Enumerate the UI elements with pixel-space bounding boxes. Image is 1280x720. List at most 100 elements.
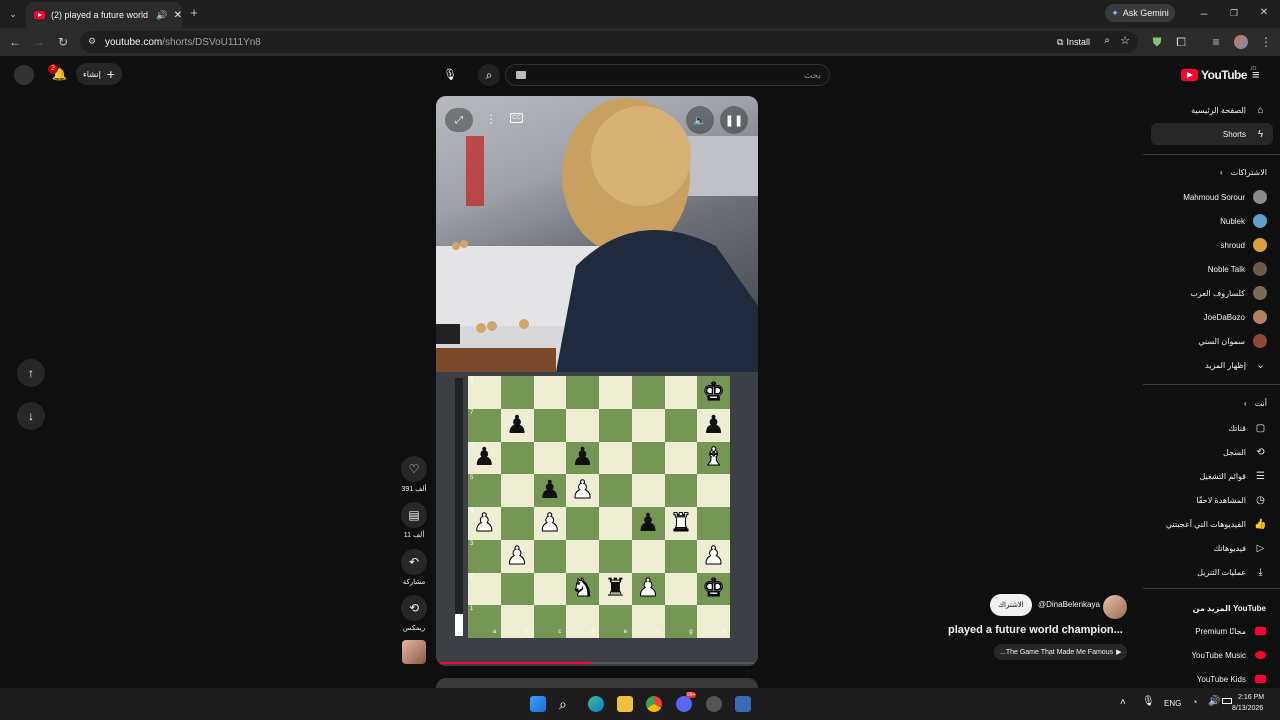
sidebar-you-item[interactable]: عمليات التنزيل ⤓ — [1151, 561, 1273, 583]
channel-avatar — [1253, 238, 1267, 252]
sidebar-subscription-item[interactable]: كلساروف العرب — [1151, 282, 1273, 304]
music-chip[interactable]: ...The Game That Made Me Famous ▶ — [994, 644, 1128, 660]
chrome-menu-icon[interactable]: ⋮ — [1259, 35, 1273, 49]
sidebar-more-item[interactable]: YouTube Kids — [1151, 668, 1273, 690]
share-icon[interactable]: ↶ — [401, 549, 427, 575]
browser-tab[interactable]: (2) played a future world ch 🔊 ✕ — [26, 2, 182, 28]
minimize-icon[interactable]: – — [1197, 6, 1211, 20]
next-short-button[interactable]: ↓ — [17, 402, 45, 430]
sidebar-you-item[interactable]: السجل ⟲ — [1151, 441, 1273, 463]
remix-action[interactable]: ⟲ ريمكس — [400, 595, 428, 632]
keyboard-icon[interactable] — [516, 71, 526, 79]
pause-button[interactable]: ❚❚ — [720, 106, 748, 134]
tab-close-icon[interactable]: ✕ — [174, 10, 182, 21]
search-input[interactable]: بحث — [505, 64, 830, 86]
vpn-shield-icon[interactable] — [735, 696, 751, 712]
sidebar-more-item[interactable]: Premium مجانًا — [1151, 620, 1273, 642]
subscriptions-heading[interactable]: ‹ الاشتراكات — [1151, 161, 1273, 183]
voice-search-button[interactable]: 🎙 — [439, 63, 461, 85]
sidebar-subscription-item[interactable]: Nublek — [1151, 210, 1273, 232]
show-more-button[interactable]: إظهار المزيد ⌄ — [1151, 354, 1273, 376]
channel-avatar — [1253, 334, 1267, 348]
clock-date[interactable]: 8/13/2026 — [1232, 705, 1263, 712]
tray-chevron-icon[interactable]: ˄ — [1120, 697, 1126, 708]
discord-icon[interactable] — [676, 696, 692, 712]
captions-icon[interactable]: CC — [510, 113, 523, 123]
fullscreen-button[interactable]: ⤢ — [445, 108, 473, 132]
chess-piece: ♟ — [505, 541, 529, 570]
zoom-icon[interactable]: ⌕ — [1104, 35, 1110, 46]
sidebar-subscription-item[interactable]: JoeDaBozo — [1151, 306, 1273, 328]
profile-avatar[interactable] — [1234, 35, 1248, 49]
rank-label: 7 — [470, 409, 474, 416]
battery-icon[interactable] — [1222, 698, 1232, 704]
windows-start-icon[interactable] — [530, 696, 546, 712]
sidebar-subscription-item[interactable]: Noble Talk — [1151, 258, 1273, 280]
edge-icon[interactable] — [588, 696, 604, 712]
like-thumb-icon[interactable]: ♡ — [401, 456, 427, 482]
sidebar-subscription-item[interactable]: سموان السني — [1151, 330, 1273, 352]
back-icon[interactable]: ← — [8, 35, 22, 49]
new-tab-icon[interactable]: + — [187, 6, 201, 20]
language-indicator[interactable]: ENG — [1164, 699, 1181, 708]
comment-action[interactable]: ▤ 11 ألف — [400, 502, 428, 539]
sidebar-you-item[interactable]: قناتك ▢ — [1151, 417, 1273, 439]
forward-icon[interactable]: → — [32, 35, 46, 49]
mute-button[interactable]: 🔈 — [686, 106, 714, 134]
channel-handle[interactable]: @DinaBelenkaya — [1038, 600, 1100, 609]
subscribe-button[interactable]: الاشتراك — [990, 594, 1032, 616]
extensions-puzzle-icon[interactable]: ⧠ — [1174, 35, 1188, 49]
rank-label: 3 — [470, 540, 474, 547]
account-avatar[interactable] — [14, 65, 34, 85]
sidebar-item-shorts[interactable]: Shorts ϟ — [1151, 123, 1273, 145]
sidebar-subscription-item[interactable]: Mahmoud Sorour — [1151, 186, 1273, 208]
channel-thumbnail-avatar[interactable] — [402, 640, 426, 664]
sidebar-more-item[interactable]: YouTube Music — [1151, 644, 1273, 666]
video-progress-fill — [440, 662, 591, 664]
window-close-icon[interactable]: ✕ — [1257, 6, 1271, 20]
create-button[interactable]: إنشاء + — [76, 63, 122, 85]
more-options-icon[interactable]: ⋮ — [485, 112, 497, 126]
restore-icon[interactable]: ❐ — [1227, 6, 1241, 20]
taskbar-search-icon[interactable]: ⌕ — [559, 696, 575, 712]
tray-microphone-icon[interactable]: 🎙 — [1142, 696, 1155, 707]
you-heading[interactable]: ‹ أنت — [1151, 392, 1273, 414]
extension-shield-icon[interactable]: ⛊ — [1150, 35, 1164, 49]
chrome-icon[interactable] — [646, 696, 662, 712]
speaker-icon[interactable]: 🔊 — [1208, 696, 1220, 707]
next-short-preview[interactable] — [436, 678, 758, 688]
file-explorer-icon[interactable] — [617, 696, 633, 712]
comment-icon[interactable]: ▤ — [401, 502, 427, 528]
search-button[interactable]: ⌕ — [478, 64, 500, 86]
chess-piece: ♟ — [473, 443, 496, 472]
sidebar-you-item[interactable]: قوائم التشغيل ☰ — [1151, 465, 1273, 487]
site-info-icon[interactable]: ⚙ — [88, 36, 96, 47]
sidebar-item-home[interactable]: الصفحة الرئيسية ⌂ — [1151, 99, 1273, 121]
remix-icon[interactable]: ⟲ — [401, 595, 427, 621]
sidebar-you-item[interactable]: فيديوهاتك ▷ — [1151, 537, 1273, 559]
clock-time[interactable]: 2:16 PM — [1238, 694, 1264, 701]
ask-gemini-button[interactable]: ✦ Ask Gemini — [1105, 4, 1175, 22]
reload-icon[interactable]: ↻ — [56, 35, 70, 49]
url-omnibox[interactable]: ⚙ youtube.com /shorts/DSVoU111Yn8 ⧉ Inst… — [80, 31, 1138, 53]
sidebar-subscription-item[interactable]: shroud — [1151, 234, 1273, 256]
install-button[interactable]: ⧉ Install — [1057, 35, 1090, 49]
notifications-button[interactable]: 🔔 2 — [48, 64, 67, 83]
reading-list-icon[interactable]: ≡ — [1209, 35, 1223, 49]
like-action[interactable]: ♡ 391 ألف — [400, 456, 428, 493]
board-square-g3 — [664, 539, 698, 573]
video-progress-track[interactable] — [440, 662, 754, 664]
shorts-video-player[interactable]: ⤢ ⋮ CC 🔈 ❚❚ 8 7 6 5 4 3 2 1 a b c d e f g h ♚ ♟ ♟ ♟ ♟ ♝ ♟ ♟ ♟ ♟ ♟ ♜… — [436, 96, 758, 666]
short-title[interactable]: played a future world champion... — [948, 624, 1128, 636]
rank-label: 5 — [470, 475, 474, 482]
sidebar-you-item[interactable]: المشاهدة لاحقًا ◷ — [1151, 489, 1273, 511]
share-action[interactable]: ↶ مشاركة — [400, 549, 428, 586]
tab-list-chevron-icon[interactable]: ⌄ — [6, 7, 20, 21]
audio-icon[interactable]: 🔊 — [156, 10, 167, 21]
sidebar-you-item[interactable]: الفيديوهات التي أعجبتني 👍 — [1151, 513, 1273, 535]
previous-short-button[interactable]: ↑ — [17, 359, 45, 387]
channel-avatar[interactable] — [1103, 595, 1127, 619]
wifi-icon[interactable]: ◔ — [1192, 697, 1197, 707]
steam-icon[interactable] — [706, 696, 722, 712]
bookmark-star-icon[interactable]: ☆ — [1120, 34, 1130, 47]
